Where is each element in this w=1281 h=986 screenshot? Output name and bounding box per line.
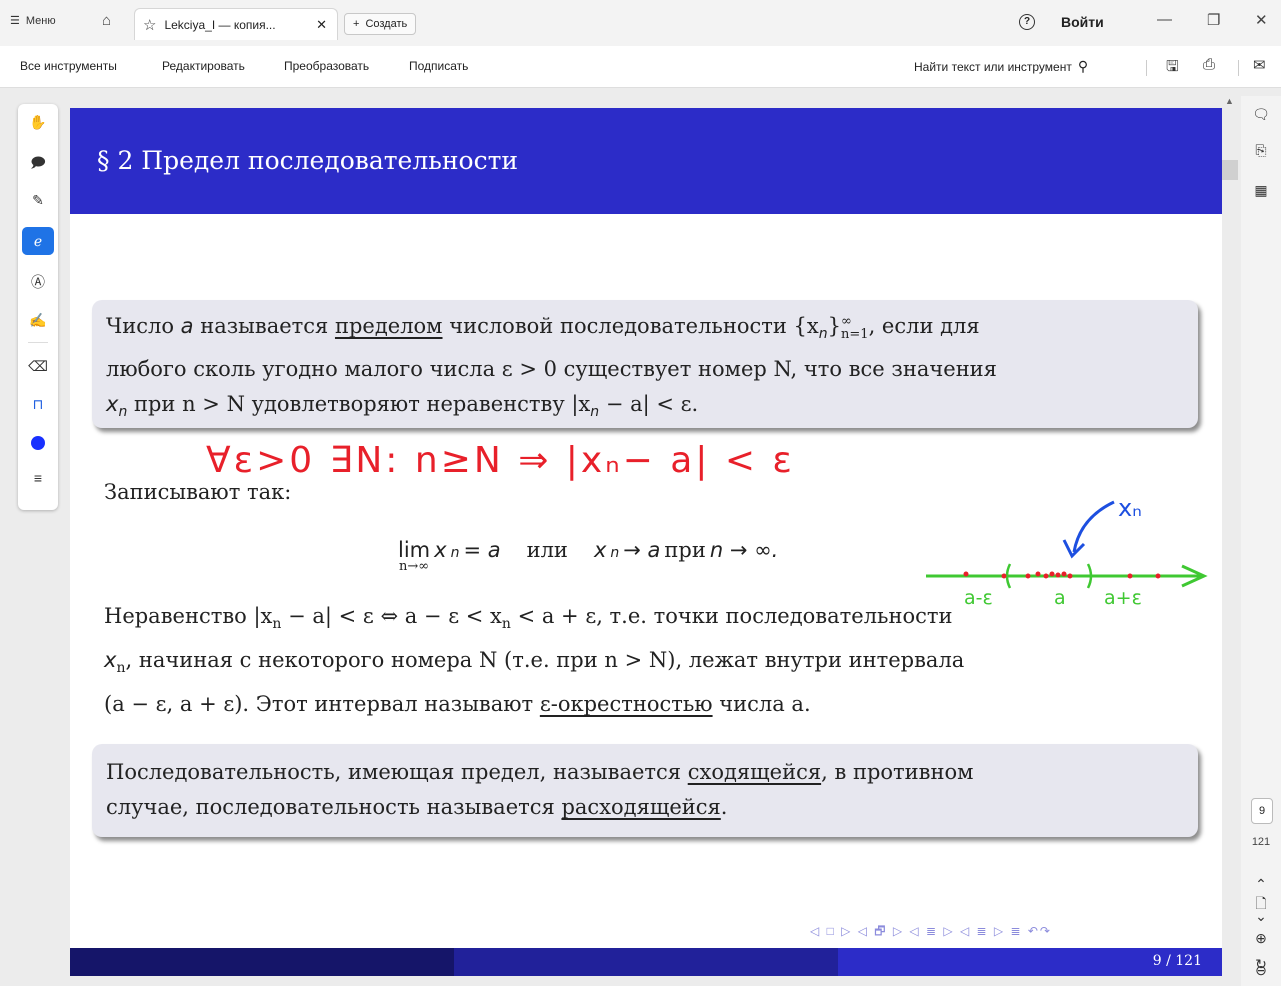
search-box[interactable]: Найти текст или инструмент ⚲	[914, 58, 1088, 75]
home-icon[interactable]: ⌂	[102, 12, 111, 29]
plus-icon: +	[353, 18, 360, 30]
document-tab[interactable]: ☆ Lekciya_I — копия... ✕	[134, 8, 338, 40]
right-panel: 🗨 ⎘ ▦ 9 121 ⌃ ⌄ ↻	[1241, 96, 1281, 986]
axis-label-a-plus-eps: a+ε	[1104, 587, 1142, 609]
axis-label-a: a	[1054, 587, 1066, 609]
star-icon[interactable]: ☆	[143, 16, 156, 34]
sign-menu[interactable]: Подписать	[409, 59, 468, 73]
page-fit-icon[interactable]: 🗋	[1241, 893, 1281, 917]
blue-arrow-stroke	[1072, 500, 1115, 553]
comments-panel-icon[interactable]: 🗨	[1241, 106, 1281, 123]
stamp-icon[interactable]: ✍	[18, 312, 58, 329]
left-toolbar: ✋ 🗩 ✎ ℯ Ⓐ ✍ ⌫ ⊓ ≡	[18, 104, 58, 510]
menu-button[interactable]: ☰ Меню	[10, 14, 56, 28]
eraser-icon[interactable]: ⌫	[18, 358, 58, 375]
prev-page-icon[interactable]: ⌃	[1241, 876, 1281, 893]
current-page-field[interactable]: 9	[1251, 798, 1273, 824]
mail-icon[interactable]: ✉	[1253, 56, 1266, 74]
axis-label-a-minus-eps: a-ε	[964, 587, 993, 609]
edit-menu[interactable]: Редактировать	[162, 59, 245, 73]
help-icon[interactable]: ?	[1019, 14, 1035, 30]
scroll-thumb[interactable]	[1222, 160, 1238, 180]
convert-menu[interactable]: Преобразовать	[284, 59, 369, 73]
main-toolbar: Все инструменты Редактировать Преобразов…	[0, 46, 1281, 88]
lasso-icon[interactable]: ℯ	[22, 227, 54, 255]
color-dot[interactable]	[31, 436, 45, 450]
new-label: Создать	[365, 18, 408, 30]
new-tab-button[interactable]: + Создать	[344, 13, 417, 35]
zoom-in-icon[interactable]: ⊕	[1241, 930, 1281, 947]
restore-icon[interactable]: ❐	[1207, 11, 1220, 29]
minimize-icon[interactable]: —	[1157, 11, 1172, 28]
total-pages: 121	[1251, 836, 1271, 848]
text-select-icon[interactable]: Ⓐ	[18, 272, 58, 292]
pin-icon[interactable]: ⊓	[18, 396, 58, 413]
hamburger-icon: ☰	[10, 15, 20, 27]
tool-divider	[28, 342, 48, 343]
search-icon: ⚲	[1077, 58, 1089, 74]
toolbar-divider	[1238, 60, 1239, 76]
comment-icon[interactable]: 🗩	[18, 152, 58, 176]
thumbnails-icon[interactable]: ▦	[1241, 182, 1281, 199]
hand-icon[interactable]: ✋	[18, 114, 58, 131]
all-tools-menu[interactable]: Все инструменты	[20, 59, 117, 73]
close-window-icon[interactable]: ✕	[1255, 11, 1268, 29]
search-placeholder: Найти текст или инструмент	[914, 59, 1072, 74]
zoom-out-icon[interactable]: ⊖	[1241, 962, 1281, 979]
scroll-up-icon[interactable]: ▲	[1225, 96, 1234, 106]
ink-annotations: ∀ε>0 ∃N: n≥N ⇒ |xₙ− a| < ε xₙ a-ε a a+ε	[206, 440, 1208, 609]
toolbar-divider	[1146, 60, 1147, 76]
login-button[interactable]: Войти	[1061, 14, 1104, 30]
print-icon[interactable]: ⎙	[1203, 56, 1215, 73]
pen-icon[interactable]: ✎	[18, 192, 58, 209]
menu-label: Меню	[25, 14, 56, 27]
close-tab-icon[interactable]: ✕	[316, 17, 327, 33]
vertical-scrollbar[interactable]: ▲	[1222, 96, 1238, 986]
title-bar: ☰ Меню ⌂ ☆ Lekciya_I — копия... ✕ + Созд…	[0, 0, 1281, 46]
slide-page: § 2 Предел последовательности Число a на…	[70, 108, 1222, 976]
red-handwritten-formula: ∀ε>0 ∃N: n≥N ⇒ |xₙ− a| < ε	[206, 440, 795, 481]
bookmarks-icon[interactable]: ⎘	[1241, 142, 1281, 159]
xn-handwritten-label: xₙ	[1118, 494, 1142, 522]
menu-lines-icon[interactable]: ≡	[18, 470, 58, 486]
tab-title: Lekciya_I — копия...	[164, 17, 276, 32]
save-icon[interactable]: 🖫	[1166, 56, 1179, 81]
